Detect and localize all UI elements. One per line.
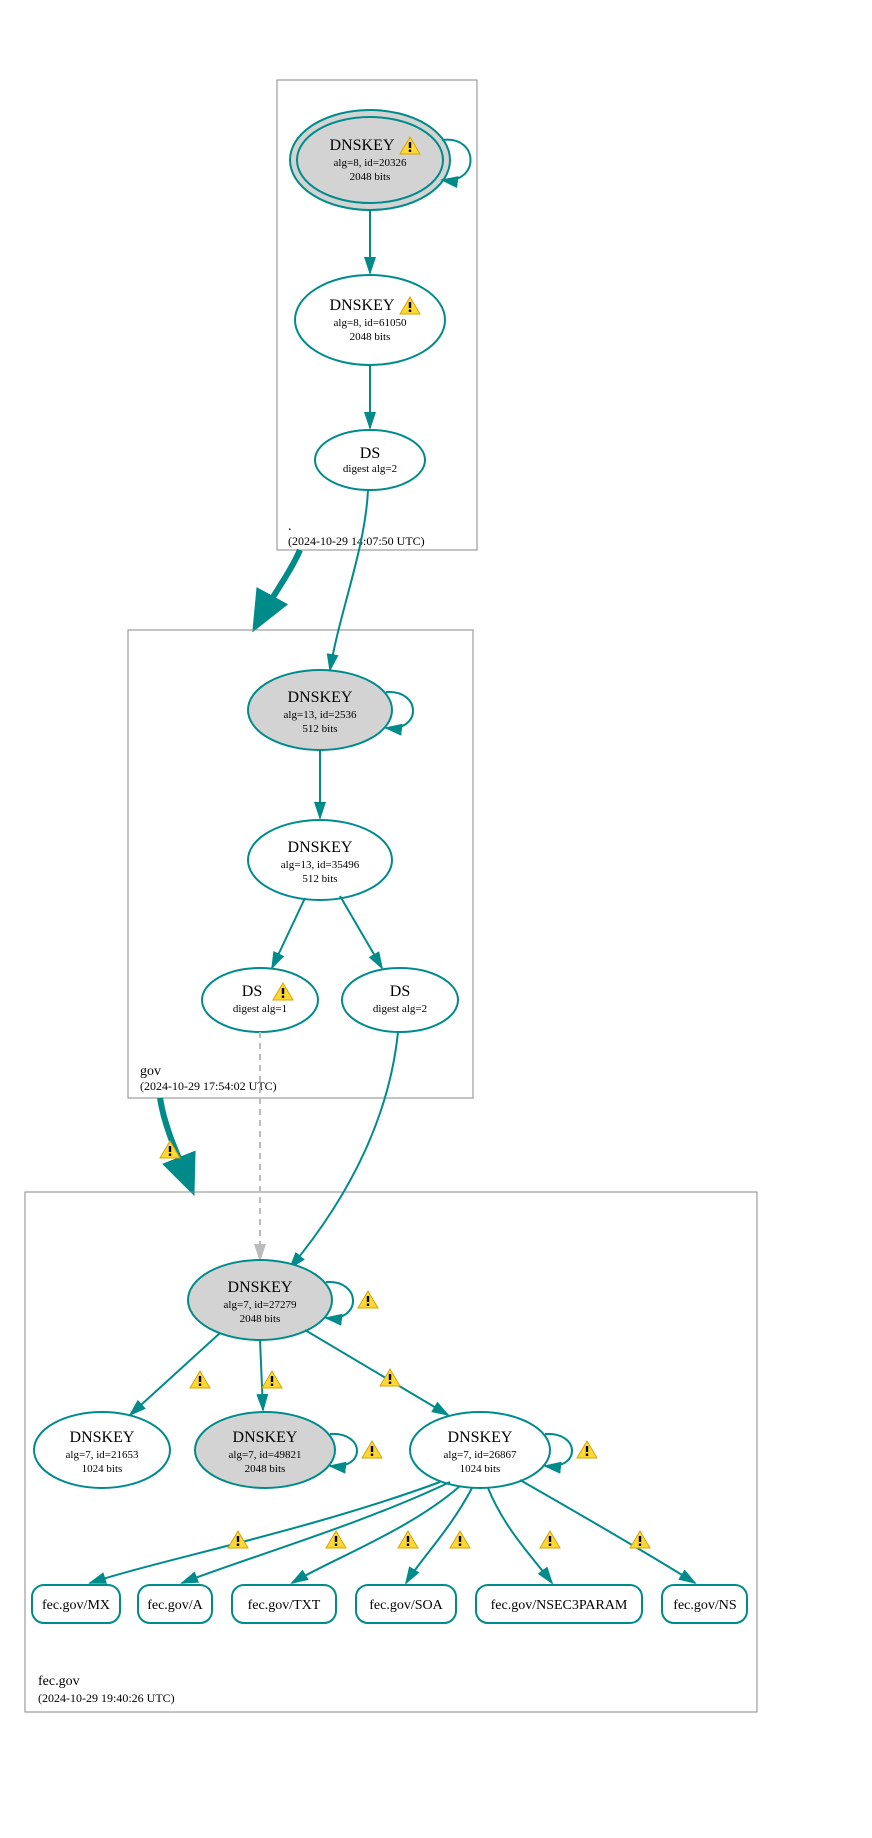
- svg-text:fec.gov/MX: fec.gov/MX: [42, 1598, 110, 1613]
- edge-fecksk-k3: [305, 1330, 448, 1415]
- node-root-zsk: DNSKEY alg=8, id=61050 2048 bits: [295, 275, 445, 365]
- rr-ns: fec.gov/NS: [662, 1585, 747, 1623]
- node-fec-k2: DNSKEY alg=7, id=49821 2048 bits: [195, 1412, 335, 1488]
- svg-text:fec.gov/A: fec.gov/A: [147, 1598, 203, 1613]
- svg-text:alg=13, id=35496: alg=13, id=35496: [281, 859, 360, 871]
- edge-fecksk-k1: [130, 1333, 220, 1415]
- node-fec-k3: DNSKEY alg=7, id=26867 1024 bits: [410, 1412, 550, 1488]
- svg-text:digest alg=2: digest alg=2: [343, 463, 397, 475]
- rr-nsec3: fec.gov/NSEC3PARAM: [476, 1585, 642, 1623]
- svg-text:DNSKEY: DNSKEY: [448, 1429, 513, 1446]
- svg-text:2048 bits: 2048 bits: [240, 1313, 281, 1325]
- warning-icon: [190, 1371, 210, 1388]
- svg-text:alg=7, id=26867: alg=7, id=26867: [444, 1449, 517, 1461]
- zone-gov-label: gov: [140, 1064, 161, 1079]
- svg-text:DNSKEY: DNSKEY: [288, 839, 353, 856]
- warning-icon: [362, 1441, 382, 1458]
- svg-text:512 bits: 512 bits: [302, 723, 337, 735]
- svg-text:1024 bits: 1024 bits: [460, 1463, 501, 1475]
- edge-rootds-govksk: [330, 490, 368, 670]
- zone-fecgov-label: fec.gov: [38, 1674, 80, 1689]
- svg-text:2048 bits: 2048 bits: [350, 171, 391, 183]
- svg-text:512 bits: 512 bits: [302, 873, 337, 885]
- rr-mx: fec.gov/MX: [32, 1585, 120, 1623]
- svg-text:alg=7, id=27279: alg=7, id=27279: [224, 1299, 297, 1311]
- rr-a: fec.gov/A: [138, 1585, 212, 1623]
- svg-text:fec.gov/NS: fec.gov/NS: [673, 1598, 736, 1613]
- svg-text:DNSKEY: DNSKEY: [288, 689, 353, 706]
- warning-icon: [450, 1531, 470, 1548]
- svg-text:DS: DS: [242, 983, 262, 1000]
- warning-icon: [262, 1371, 282, 1388]
- edge-k3-nsec3: [488, 1488, 552, 1583]
- node-gov-zsk: DNSKEY alg=13, id=35496 512 bits: [248, 820, 392, 900]
- rr-soa: fec.gov/SOA: [356, 1585, 456, 1623]
- svg-text:DS: DS: [360, 445, 380, 462]
- node-root-ksk: DNSKEY alg=8, id=20326 2048 bits: [290, 110, 450, 210]
- svg-text:DNSKEY: DNSKEY: [330, 137, 395, 154]
- svg-text:DS: DS: [390, 983, 410, 1000]
- svg-text:alg=13, id=2536: alg=13, id=2536: [284, 709, 357, 721]
- warning-icon: [577, 1441, 597, 1458]
- edge-k3-ns: [520, 1480, 695, 1583]
- svg-text:alg=8, id=20326: alg=8, id=20326: [334, 157, 407, 169]
- edge-k3-a: [182, 1482, 450, 1583]
- svg-text:alg=7, id=21653: alg=7, id=21653: [66, 1449, 139, 1461]
- edge-govzsk-ds1: [272, 898, 305, 968]
- node-gov-ds2: DS digest alg=2: [342, 968, 458, 1032]
- node-root-ds: DS digest alg=2: [315, 430, 425, 490]
- svg-text:fec.gov/NSEC3PARAM: fec.gov/NSEC3PARAM: [491, 1598, 628, 1613]
- svg-text:2048 bits: 2048 bits: [350, 331, 391, 343]
- zone-gov-timestamp: (2024-10-29 17:54:02 UTC): [140, 1079, 277, 1093]
- node-gov-ds1: DS digest alg=1: [202, 968, 318, 1032]
- warning-icon: [358, 1291, 378, 1308]
- warning-icon: [228, 1531, 248, 1548]
- node-gov-ksk: DNSKEY alg=13, id=2536 512 bits: [248, 670, 392, 750]
- svg-text:DNSKEY: DNSKEY: [228, 1279, 293, 1296]
- warning-icon: [326, 1531, 346, 1548]
- zone-root-timestamp: (2024-10-29 14:07:50 UTC): [288, 534, 425, 548]
- svg-text:alg=7, id=49821: alg=7, id=49821: [229, 1449, 302, 1461]
- rr-txt: fec.gov/TXT: [232, 1585, 336, 1623]
- warning-icon: [630, 1531, 650, 1548]
- edge-k3-mx: [90, 1482, 440, 1583]
- warning-icon: [540, 1531, 560, 1548]
- edge-ds2-fecksk: [290, 1032, 398, 1268]
- svg-text:DNSKEY: DNSKEY: [70, 1429, 135, 1446]
- edge-fecksk-k2: [260, 1340, 263, 1410]
- warning-icon: [398, 1531, 418, 1548]
- zone-root-label: .: [288, 519, 292, 534]
- svg-text:digest alg=2: digest alg=2: [373, 1003, 427, 1015]
- svg-text:DNSKEY: DNSKEY: [330, 297, 395, 314]
- svg-text:1024 bits: 1024 bits: [82, 1463, 123, 1475]
- edge-govzsk-ds2: [340, 896, 382, 968]
- svg-text:fec.gov/SOA: fec.gov/SOA: [369, 1598, 443, 1613]
- zone-fecgov-timestamp: (2024-10-29 19:40:26 UTC): [38, 1691, 175, 1705]
- svg-text:digest alg=1: digest alg=1: [233, 1003, 287, 1015]
- edge-root-to-gov-deleg: [258, 550, 300, 622]
- svg-text:alg=8, id=61050: alg=8, id=61050: [334, 317, 407, 329]
- node-fec-ksk: DNSKEY alg=7, id=27279 2048 bits: [188, 1260, 332, 1340]
- svg-text:fec.gov/TXT: fec.gov/TXT: [248, 1598, 321, 1613]
- svg-text:DNSKEY: DNSKEY: [233, 1429, 298, 1446]
- svg-text:2048 bits: 2048 bits: [245, 1463, 286, 1475]
- edge-gov-to-fec-deleg: [160, 1098, 190, 1185]
- node-fec-k1: DNSKEY alg=7, id=21653 1024 bits: [34, 1412, 170, 1488]
